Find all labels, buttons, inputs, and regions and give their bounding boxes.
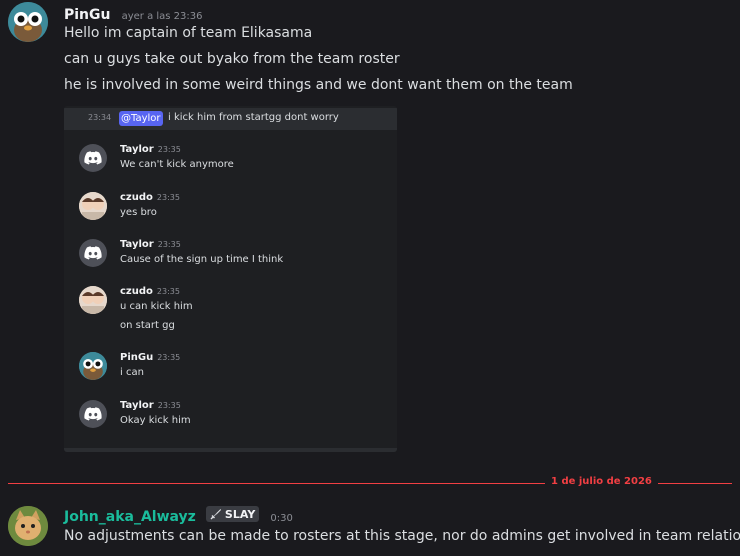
avatar — [79, 400, 107, 428]
discord-logo-icon — [84, 246, 102, 260]
embed-time: 23:35 — [157, 240, 181, 249]
mention-chip: @Taylor — [119, 111, 163, 126]
embed-line: We can't kick anymore — [120, 159, 234, 170]
avatar — [79, 192, 107, 220]
author-name[interactable]: PinGu — [64, 7, 110, 23]
discord-logo-icon — [84, 151, 102, 165]
embed-line: yes bro — [120, 207, 157, 218]
embed-author: PinGu — [120, 352, 154, 363]
embed-scrollbar — [64, 448, 397, 452]
embed-time: 23:35 — [156, 193, 180, 202]
timestamp: 0:30 — [270, 513, 293, 524]
embed-line: Okay kick him — [120, 415, 191, 426]
embed-reply-bar: 23:34 @Taylor i kick him from startgg do… — [64, 108, 397, 130]
message-line: can u guys take out byako from the team … — [64, 51, 400, 67]
message-pingu: PinGu ayer a las 23:36 Hello im captain … — [0, 0, 740, 100]
message-john: John_aka_Alwayz SLAY 0:30 No adjustments… — [0, 500, 740, 556]
embed-time: 23:35 — [157, 145, 181, 154]
czudo-avatar-icon — [79, 192, 107, 220]
embed-timestamp: 23:34 — [88, 113, 112, 122]
avatar — [79, 286, 107, 314]
embed-time: 23:35 — [157, 401, 181, 410]
penguin-avatar-icon — [8, 2, 48, 42]
timestamp: ayer a las 23:36 — [121, 11, 203, 22]
avatar[interactable] — [8, 2, 48, 42]
role-badge-label: SLAY — [224, 507, 256, 521]
embed-author: Taylor — [120, 239, 154, 250]
embed-line: i can — [120, 367, 144, 378]
date-divider-label: 1 de julio de 2026 — [545, 476, 658, 487]
embed-line: u can kick him — [120, 301, 193, 312]
embed-line: Cause of the sign up time I think — [120, 254, 284, 265]
cat-avatar-icon — [8, 506, 48, 546]
author-name[interactable]: John_aka_Alwayz — [64, 509, 196, 525]
embed-author: Taylor — [120, 400, 154, 411]
role-badge[interactable]: SLAY — [205, 506, 260, 522]
message-line: he is involved in some weird things and … — [64, 77, 573, 93]
embed-author: czudo — [120, 192, 153, 203]
avatar — [79, 239, 107, 267]
avatar — [79, 352, 107, 380]
embed-author: czudo — [120, 286, 153, 297]
attachment-image[interactable]: 23:34 @Taylor i kick him from startgg do… — [64, 106, 397, 452]
embed-author: Taylor — [120, 144, 154, 155]
embed-text: i kick him from startgg dont worry — [168, 112, 339, 123]
sword-icon — [210, 509, 221, 520]
embed-line: on start gg — [120, 320, 175, 331]
discord-logo-icon — [84, 407, 102, 421]
czudo-avatar-icon — [79, 286, 107, 314]
avatar[interactable] — [8, 506, 48, 546]
penguin-avatar-icon — [79, 352, 107, 380]
message-line: No adjustments can be made to rosters at… — [64, 528, 740, 544]
embed-time: 23:35 — [157, 353, 181, 362]
message-line: Hello im captain of team Elikasama — [64, 25, 313, 41]
avatar — [79, 144, 107, 172]
embed-time: 23:35 — [156, 287, 180, 296]
